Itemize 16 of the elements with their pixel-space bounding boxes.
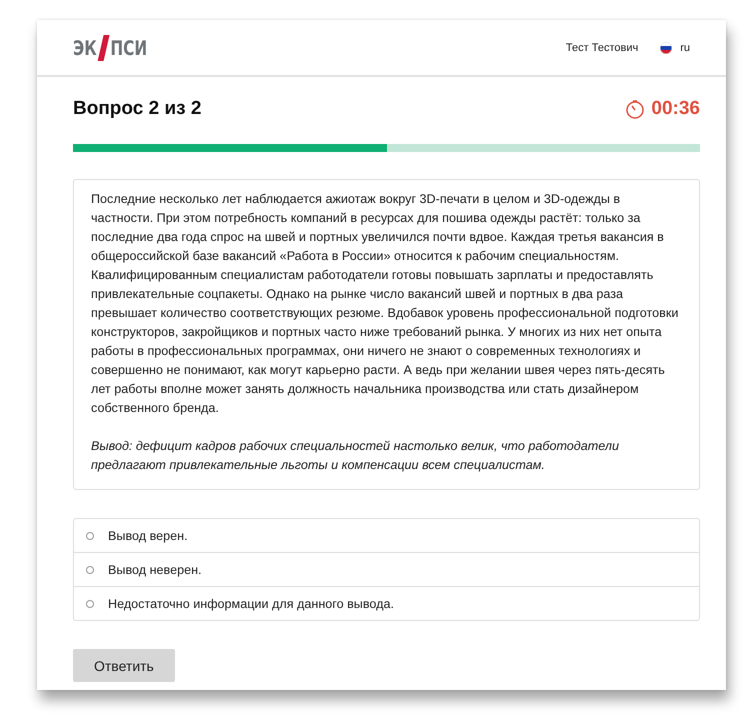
language-link[interactable]: ru xyxy=(680,42,690,54)
flag-icon xyxy=(660,42,672,54)
option-label[interactable]: Недостаточно информации для данного вывода. xyxy=(108,596,394,610)
passage-text: Последние несколько лет наблюдается ажиотаж вокруг 3D-печати в целом и 3D-одежды в частности. При этом потребность компаний в ресурсах для пошива одежды растёт: только за последние два года спрос на швей и портных увеличился почти вдвое. Каждая третья вакансия в общероссийской базе вакансий «Работа в России» относится к рабочим специальностям. Квалифицированным специалистам работодатели готовы повышать зарплаты и предоставлять привлекательные соцпакеты. Однако на рынке число вакансий швей и портных в два раза превышает количество соответствующих резюме. Вдобавок уровень профессиональной подготовки конструкторов, закройщиков и портных часто ниже требований рынка. У многих из них нет опыта работы в профессиональных программах, они ничего не знают о современных технологиях и совершенно не понимают, как могут карьерно расти. А ведь при желании швея через пять-десять лет работы вполне может занять должность начальника производства или стать дизайнером собственного бренда. xyxy=(91,191,680,417)
option-label[interactable]: Вывод неверен. xyxy=(108,562,202,576)
radio-button[interactable] xyxy=(86,600,94,608)
radio-button[interactable] xyxy=(86,566,94,574)
radio-button[interactable] xyxy=(86,532,94,540)
logo: ЭК ПСИ xyxy=(73,34,148,60)
conclusion-text: Вывод: дефицит кадров рабочих специальностей настолько велик, что работодатели предлагают привлекательные льготы и компенсации всем специалистам. xyxy=(91,438,620,474)
question-title: Вопрос 2 из 2 xyxy=(73,98,202,120)
submit-button[interactable]: Ответить xyxy=(73,649,175,682)
stopwatch-icon xyxy=(625,99,646,119)
user-name: Тест Тестович xyxy=(566,42,638,54)
option-label[interactable]: Вывод верен. xyxy=(108,528,188,542)
timer-text: 00:36 xyxy=(651,98,700,120)
